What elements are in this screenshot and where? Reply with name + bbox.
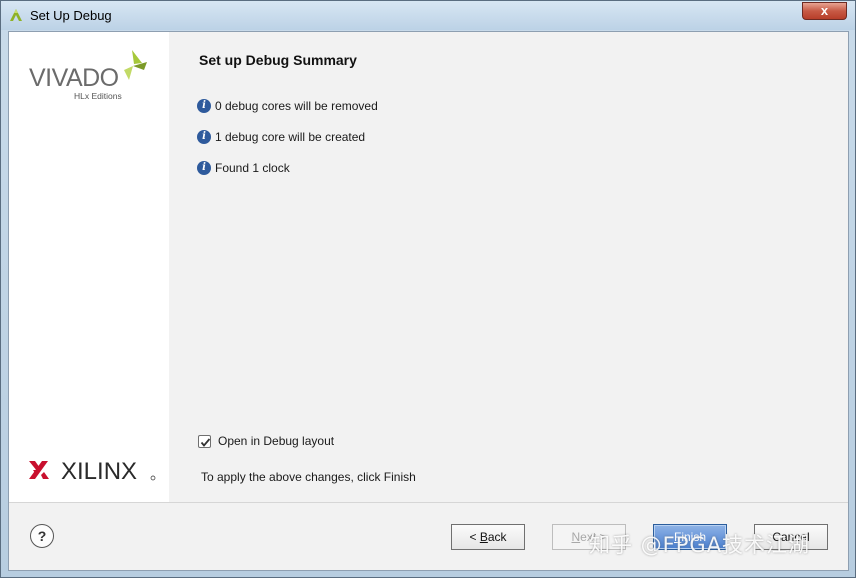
vivado-logo: VIVADO HLx Editions [29,50,147,101]
next-button-mnemonic: N [571,530,581,544]
back-button-prefix: < [469,530,480,544]
dialog-window: Set Up Debug x VIVADO HLx Editions XILIN… [0,0,856,578]
xilinx-logo-text: XILINX [61,458,137,485]
summary-heading: Set up Debug Summary [199,52,357,68]
checkmark-icon [200,437,211,447]
window-title: Set Up Debug [30,8,112,23]
back-button-mnemonic: B [479,530,488,544]
vivado-app-icon [10,9,22,21]
info-icon: i [197,161,211,175]
close-button[interactable]: x [802,2,847,20]
open-debug-layout-label[interactable]: Open in Debug layout [218,434,334,448]
window-bottom-border [1,571,855,577]
summary-item-text: 1 debug core will be created [215,130,366,144]
title-bar[interactable]: Set Up Debug x [1,1,855,30]
dialog-content: VIVADO HLx Editions XILINX Set up Debug … [8,31,849,571]
info-icon: i [197,99,211,113]
back-button-label: ack [487,530,507,544]
divider [9,502,848,503]
open-debug-layout-checkbox[interactable] [198,434,211,448]
summary-item-text: Found 1 clock [215,161,290,175]
xilinx-logo: XILINX [29,458,156,485]
summary-item-text: 0 debug cores will be removed [215,99,378,113]
watermark: 知乎 @FPGA技术江湖 [589,533,811,557]
open-debug-layout-option[interactable]: Open in Debug layout [198,434,334,448]
info-icon: i [197,130,211,144]
summary-item: i Found 1 clock [197,160,290,176]
apply-note: To apply the above changes, click Finish [201,470,416,484]
help-button[interactable]: ? [30,524,54,548]
branding-panel: VIVADO HLx Editions XILINX [9,32,169,502]
summary-item: i 1 debug core will be created [197,129,365,145]
summary-item: i 0 debug cores will be removed [197,98,378,114]
back-button[interactable]: < Back [451,524,525,550]
vivado-logo-text: VIVADO [29,64,119,92]
vivado-edition-text: HLx Editions [74,91,122,101]
